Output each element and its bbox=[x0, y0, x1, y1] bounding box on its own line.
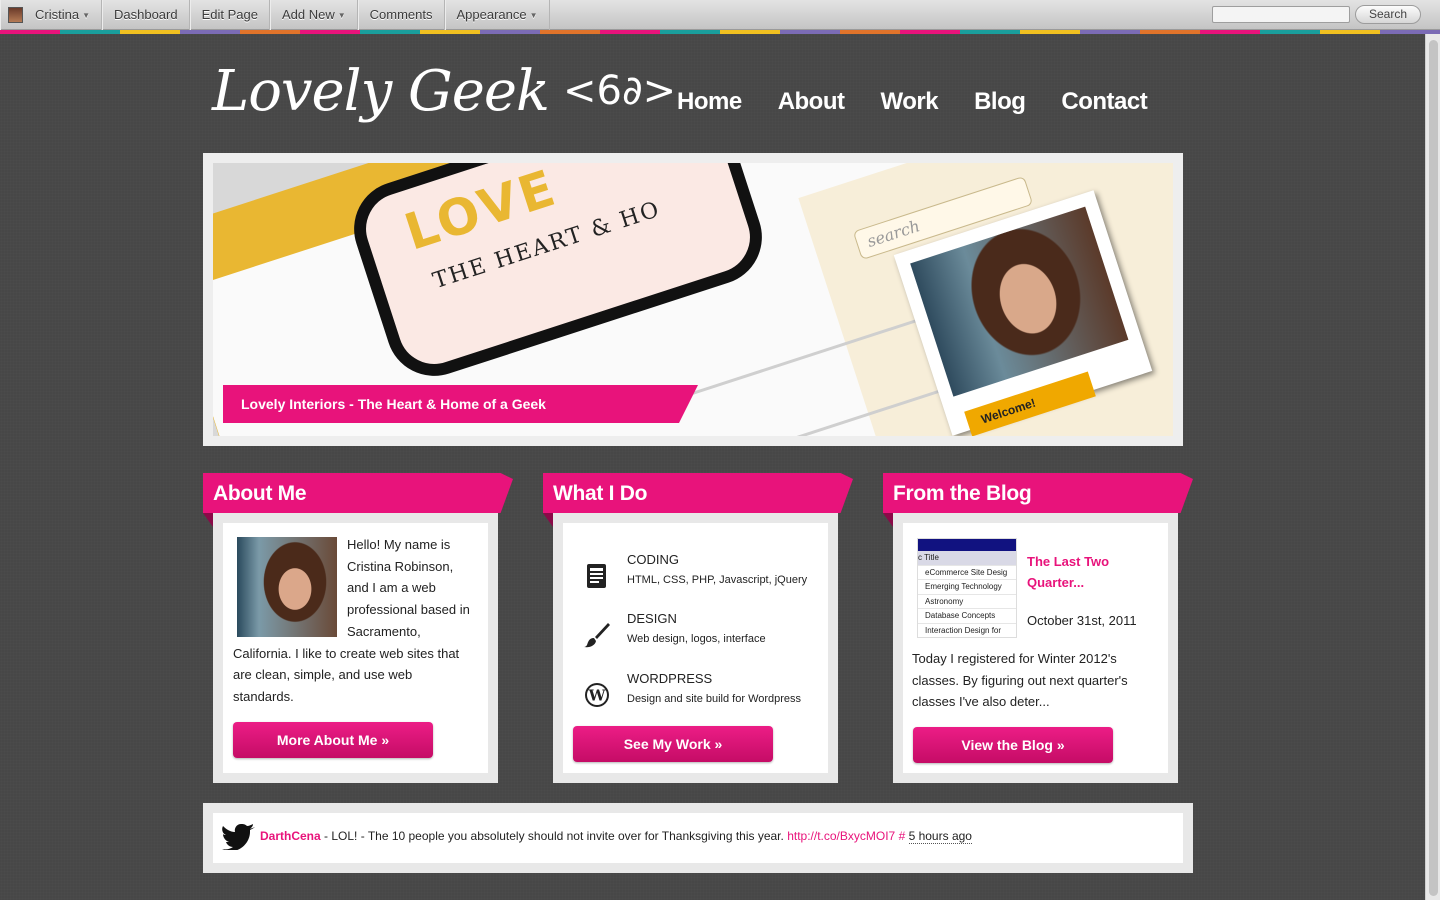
blog-thumbnail[interactable]: c Title eCommerce Site Desig Emerging Te… bbox=[917, 538, 1017, 638]
logo-text: Lovely Geek bbox=[212, 58, 550, 124]
document-icon bbox=[587, 564, 606, 588]
about-heading: About Me bbox=[213, 482, 307, 505]
see-my-work-button[interactable]: See My Work » bbox=[573, 726, 773, 762]
avatar bbox=[8, 7, 23, 23]
chevron-down-icon: ▼ bbox=[82, 11, 90, 20]
color-stripe bbox=[0, 30, 1440, 34]
admin-add-new-menu[interactable]: Add New ▼ bbox=[269, 0, 358, 30]
tweet-link[interactable]: http://t.co/BxycMOI7 bbox=[787, 829, 895, 843]
skill-title: WORDPRESS bbox=[627, 671, 713, 686]
admin-appearance-label: Appearance bbox=[456, 7, 527, 22]
admin-search-input[interactable] bbox=[1212, 6, 1350, 23]
slide-image[interactable]: LOVE THE HEART & HO search Welcome! Love… bbox=[213, 163, 1173, 436]
admin-edit-page-link[interactable]: Edit Page bbox=[189, 0, 270, 30]
about-text: Hello! My name is Cristina Robinson, and… bbox=[233, 534, 473, 708]
skill-desc: HTML, CSS, PHP, Javascript, jQuery bbox=[627, 574, 808, 586]
wordpress-icon: W bbox=[585, 683, 609, 707]
nav-work[interactable]: Work bbox=[881, 88, 939, 116]
skill-desc: Design and site build for Wordpress bbox=[627, 693, 802, 705]
tweet-body: - LOL! - The 10 people you absolutely sh… bbox=[320, 829, 788, 843]
nav-contact[interactable]: Contact bbox=[1061, 88, 1147, 116]
admin-dashboard-link[interactable]: Dashboard bbox=[102, 0, 190, 30]
tweet: DarthCena - LOL! - The 10 people you abs… bbox=[260, 829, 972, 844]
brush-icon bbox=[584, 623, 610, 648]
chevron-down-icon: ▼ bbox=[337, 11, 346, 20]
admin-add-new-label: Add New bbox=[281, 7, 335, 22]
skill-title: DESIGN bbox=[627, 611, 677, 626]
main-nav: Home About Work Blog Contact bbox=[677, 88, 1183, 116]
admin-search-button[interactable]: Search bbox=[1355, 5, 1421, 24]
slide-caption[interactable]: Lovely Interiors - The Heart & Home of a… bbox=[223, 385, 698, 423]
blog-post-date: October 31st, 2011 bbox=[1027, 613, 1137, 628]
blog-post-excerpt: Today I registered for Winter 2012's cla… bbox=[912, 651, 1128, 709]
nav-about[interactable]: About bbox=[778, 88, 845, 116]
admin-comments-link[interactable]: Comments bbox=[357, 0, 445, 30]
skill-title: CODING bbox=[627, 552, 679, 567]
admin-menu: Cristina ▼ Dashboard Edit Page Add New ▼ C… bbox=[0, 0, 550, 30]
scrollbar-thumb[interactable] bbox=[1429, 40, 1438, 896]
blog-post-title-link[interactable]: The Last Two Quarter... bbox=[1027, 551, 1147, 593]
tweet-time[interactable]: 5 hours ago bbox=[908, 829, 972, 844]
work-heading: What I Do bbox=[553, 482, 648, 505]
page-scrollbar[interactable] bbox=[1425, 34, 1440, 900]
chevron-down-icon: ▼ bbox=[529, 11, 538, 20]
site-logo[interactable]: Lovely Geek <6∂> bbox=[212, 56, 676, 126]
featured-slider: LOVE THE HEART & HO search Welcome! Love… bbox=[203, 153, 1183, 446]
view-the-blog-button[interactable]: View the Blog » bbox=[913, 727, 1113, 763]
nav-blog[interactable]: Blog bbox=[974, 88, 1026, 116]
blog-heading: From the Blog bbox=[893, 482, 1032, 505]
admin-appearance-menu[interactable]: Appearance ▼ bbox=[444, 0, 550, 30]
admin-user-menu[interactable]: Cristina ▼ bbox=[0, 0, 102, 30]
svg-text:W: W bbox=[588, 687, 607, 705]
nav-home[interactable]: Home bbox=[677, 88, 742, 116]
tweet-permalink[interactable]: # bbox=[895, 829, 908, 843]
tweet-user-link[interactable]: DarthCena bbox=[260, 829, 321, 843]
admin-bar: Cristina ▼ Dashboard Edit Page Add New ▼ C… bbox=[0, 0, 1440, 30]
more-about-me-button[interactable]: More About Me » bbox=[233, 722, 433, 758]
admin-user-name: Cristina bbox=[35, 7, 80, 22]
logo-code-mark: <6∂> bbox=[562, 68, 677, 114]
skill-desc: Web design, logos, interface bbox=[627, 633, 766, 645]
twitter-bird-icon bbox=[222, 824, 255, 850]
